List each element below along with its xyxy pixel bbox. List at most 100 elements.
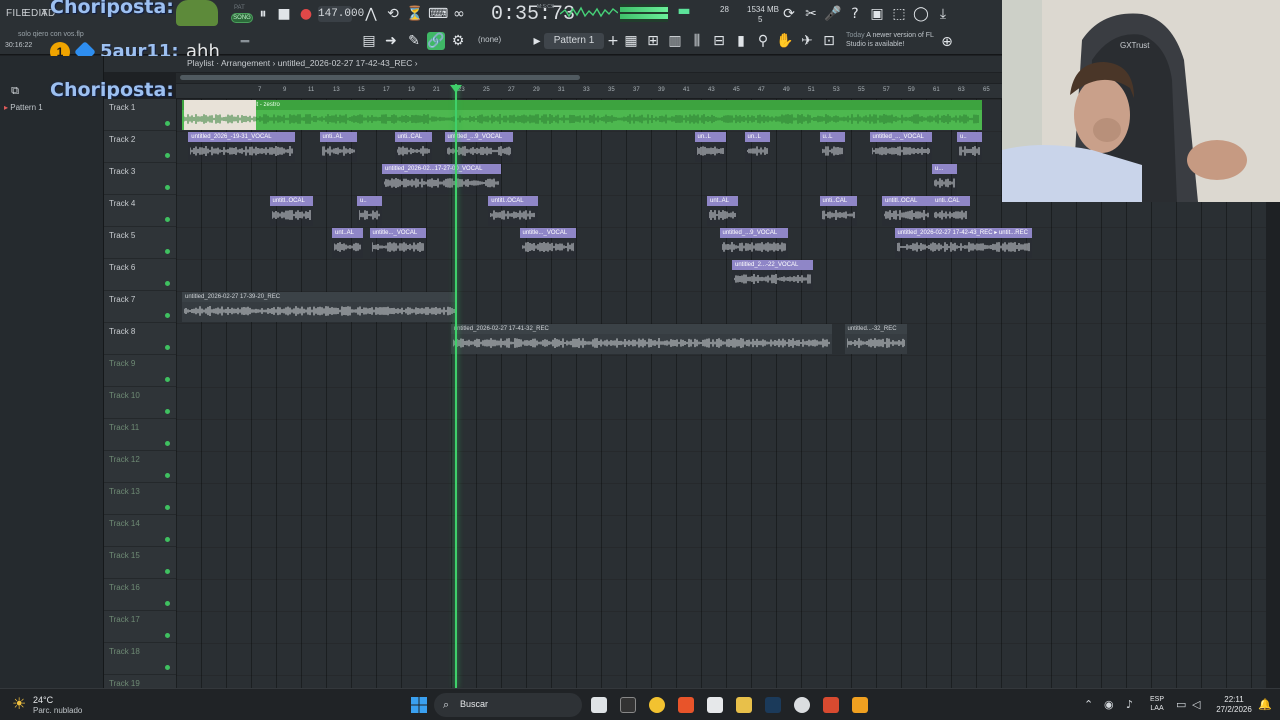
- cut-icon[interactable]: ✂: [802, 5, 820, 23]
- track-mute-led[interactable]: [165, 217, 170, 222]
- track-mute-led[interactable]: [165, 601, 170, 606]
- track-mute-led[interactable]: [165, 505, 170, 510]
- pattern-list-item[interactable]: ▸ Pattern 1: [4, 103, 43, 112]
- playhead-line[interactable]: [455, 84, 457, 688]
- tray-chevron-icon[interactable]: ⌃: [1084, 697, 1093, 713]
- volume-icon[interactable]: ◁: [1192, 697, 1200, 713]
- plugin-icon[interactable]: ▮: [732, 32, 750, 50]
- store-icon[interactable]: [707, 697, 723, 713]
- track-header[interactable]: Track 6: [104, 259, 176, 291]
- vocal-clip[interactable]: untitle..._VOCAL: [519, 228, 576, 258]
- microphone-tray-icon[interactable]: ♪: [1126, 697, 1133, 713]
- vocal-clip[interactable]: untitled_2026-02-27 17-42-43_REC ▸ untit…: [894, 228, 1032, 258]
- globe-icon[interactable]: ⊕: [938, 33, 956, 51]
- language-indicator[interactable]: ESP LAA: [1150, 695, 1164, 713]
- track-header[interactable]: Track 11: [104, 419, 176, 451]
- shop-icon[interactable]: ⊡: [820, 32, 838, 50]
- update-notice[interactable]: Today A newer version of FL Studio is av…: [846, 31, 936, 49]
- vocal-clip[interactable]: untitled_2026-02...17-27-00_VOCAL: [382, 164, 501, 194]
- track-mute-led[interactable]: [165, 665, 170, 670]
- vocal-clip[interactable]: untitl..OCAL: [488, 196, 539, 226]
- steam-icon[interactable]: [765, 697, 781, 713]
- track-header[interactable]: Track 3: [104, 163, 176, 195]
- weather-temperature[interactable]: 24°C: [33, 695, 53, 705]
- bird-icon[interactable]: ✈: [798, 32, 816, 50]
- vocal-clip[interactable]: unt..AL: [707, 196, 739, 226]
- vocal-clip[interactable]: u...: [932, 164, 957, 194]
- beat-clip[interactable]: ok + sample type beat tek it - zestro: [182, 100, 982, 130]
- vocal-clip[interactable]: untitled_..._VOCAL: [869, 132, 932, 162]
- vocal-clip[interactable]: unti..CAL: [394, 132, 432, 162]
- notification-icon[interactable]: 🔔: [1258, 697, 1272, 713]
- track-mute-led[interactable]: [165, 185, 170, 190]
- tempo-display[interactable]: 147.000: [318, 6, 364, 22]
- track-header[interactable]: Track 9: [104, 355, 176, 387]
- record-icon[interactable]: ●: [297, 5, 315, 23]
- chat-icon[interactable]: ◯: [912, 5, 930, 23]
- track-mute-led[interactable]: [165, 569, 170, 574]
- song-mode-toggle[interactable]: SONG: [231, 13, 253, 23]
- panel-menu-icon[interactable]: ⧉: [6, 82, 24, 100]
- track-mute-led[interactable]: [165, 153, 170, 158]
- link-tool-icon[interactable]: 🔗: [427, 32, 445, 50]
- vocal-clip[interactable]: u..L: [819, 132, 845, 162]
- track-mute-led[interactable]: [165, 121, 170, 126]
- vocal-clip[interactable]: untitl..OCAL: [269, 196, 314, 226]
- help-icon[interactable]: ?: [846, 5, 864, 23]
- track-header[interactable]: Track 17: [104, 611, 176, 643]
- metronome-icon[interactable]: ⋀: [362, 5, 380, 23]
- playhead-marker[interactable]: [450, 85, 462, 93]
- plugin-picker-icon[interactable]: ⬚: [890, 5, 908, 23]
- windows-start-icon[interactable]: [411, 697, 427, 713]
- snap-selector[interactable]: (none): [478, 35, 501, 44]
- task-view-icon[interactable]: [591, 697, 607, 713]
- recording-clip[interactable]: untitled_2026-02-27 17-39-20_REC: [182, 292, 457, 322]
- track-header[interactable]: Track 12: [104, 451, 176, 483]
- vocal-clip[interactable]: u..: [357, 196, 382, 226]
- track-header[interactable]: Track 8: [104, 323, 176, 355]
- discord-tray-icon[interactable]: ◉: [1104, 697, 1114, 713]
- chrome-icon[interactable]: [649, 697, 665, 713]
- vocal-clip[interactable]: unti..CAL: [932, 196, 970, 226]
- playlist-scroll-thumb[interactable]: [180, 75, 580, 80]
- channel-rack-icon[interactable]: ⊞: [644, 32, 662, 50]
- track-mute-led[interactable]: [165, 537, 170, 542]
- weather-condition[interactable]: Parc. nublado: [33, 706, 82, 715]
- undo-icon[interactable]: ⟳: [780, 5, 798, 23]
- vocal-clip[interactable]: untitled_2026_-19-31_VOCAL: [188, 132, 295, 162]
- track-mute-led[interactable]: [165, 473, 170, 478]
- pattern-selector[interactable]: Pattern 1: [544, 33, 604, 49]
- vocal-clip[interactable]: untitl..OCAL: [882, 196, 932, 226]
- obs-icon[interactable]: [794, 697, 810, 713]
- track-mute-led[interactable]: [165, 281, 170, 286]
- add-pattern-icon[interactable]: +: [604, 32, 622, 50]
- pattern-song-icon[interactable]: ▤: [360, 32, 378, 50]
- vocal-clip[interactable]: untitled_2...-22_VOCAL: [732, 260, 814, 290]
- mixer-icon[interactable]: ⫼: [688, 32, 706, 50]
- vocal-clip[interactable]: un..L: [744, 132, 770, 162]
- file-explorer-icon[interactable]: [736, 697, 752, 713]
- vocal-clip[interactable]: untitle..._VOCAL: [369, 228, 426, 258]
- stop-icon[interactable]: ■: [275, 5, 293, 23]
- track-mute-led[interactable]: [165, 377, 170, 382]
- step-edit-icon[interactable]: ⏳: [406, 5, 424, 23]
- recording-clip[interactable]: untitled_2026-02-27 17-41-32_REC: [450, 324, 832, 354]
- track-header[interactable]: Track 13: [104, 483, 176, 515]
- typing-keyboard-icon[interactable]: ⌨: [428, 5, 448, 23]
- audio-tool-icon[interactable]: ⚙: [449, 32, 467, 50]
- track-header[interactable]: Track 2: [104, 131, 176, 163]
- epic-games-icon[interactable]: [620, 697, 636, 713]
- browser-icon[interactable]: ⊟: [710, 32, 728, 50]
- track-header[interactable]: Track 10: [104, 387, 176, 419]
- download-icon[interactable]: ⤓: [934, 5, 952, 23]
- piano-roll-icon[interactable]: ▥: [666, 32, 684, 50]
- touch-icon[interactable]: ✋: [776, 32, 794, 50]
- pause-icon[interactable]: ⏸: [254, 5, 272, 23]
- tuning-icon[interactable]: ⚲: [754, 32, 772, 50]
- vocal-clip[interactable]: unt..AL: [332, 228, 364, 258]
- master-volume-slider[interactable]: ━: [236, 33, 254, 51]
- app-icon[interactable]: [823, 697, 839, 713]
- weather-icon[interactable]: ☀: [12, 695, 30, 713]
- system-clock[interactable]: 22:11 27/2/2026: [1214, 695, 1254, 715]
- vocal-clip[interactable]: un..L: [694, 132, 726, 162]
